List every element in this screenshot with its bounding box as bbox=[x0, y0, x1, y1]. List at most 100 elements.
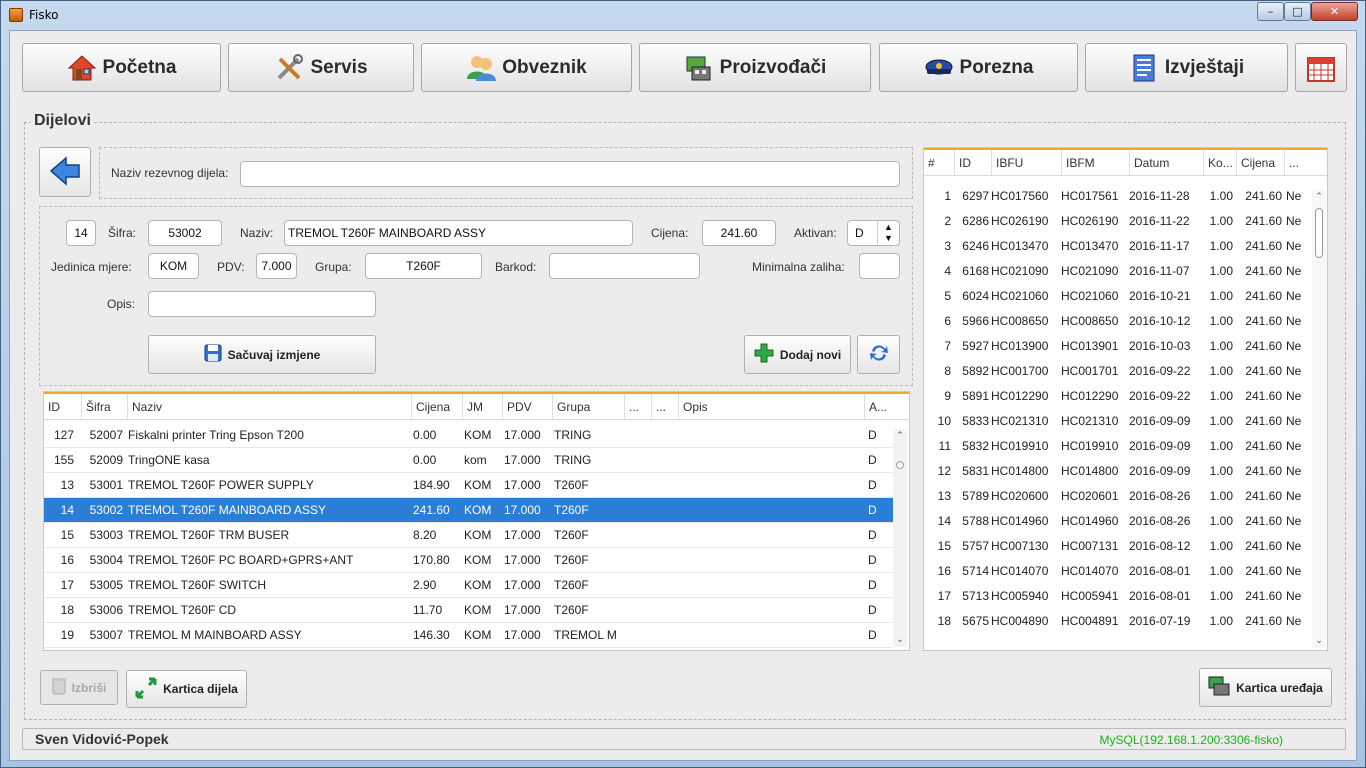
col-extra-1[interactable]: ... bbox=[624, 394, 651, 420]
table-row[interactable]: 7 5927 HC013900 HC013901 2016-10-03 1.00 241.6… bbox=[924, 334, 1310, 359]
col-datum[interactable]: Datum bbox=[1129, 150, 1203, 176]
sifra-field[interactable]: 53002 bbox=[148, 220, 222, 246]
minzal-field[interactable] bbox=[859, 253, 900, 279]
table-row[interactable]: 18 5675 HC004890 HC004891 2016-07-19 1.00 241.… bbox=[924, 609, 1310, 634]
maximize-button[interactable]: □ bbox=[1284, 2, 1311, 21]
table-cell: 2016-08-12 bbox=[1129, 539, 1191, 553]
add-new-button[interactable]: Dodaj novi bbox=[744, 335, 851, 374]
table-row[interactable]: 127 52007 Fiskalni printer Tring Epson T20… bbox=[44, 423, 893, 448]
table-row[interactable]: 12 5831 HC014800 HC014800 2016-09-09 1.00 241.… bbox=[924, 459, 1310, 484]
nav-servis-button[interactable]: Servis bbox=[228, 43, 414, 92]
col-jm[interactable]: JM bbox=[462, 394, 502, 420]
table-row[interactable]: 1 6297 HC017560 HC017561 2016-11-28 1.00 241.6… bbox=[924, 184, 1310, 209]
table-row[interactable]: 13 5789 HC020600 HC020601 2016-08-26 1.00 241.… bbox=[924, 484, 1310, 509]
scroll-thumb[interactable] bbox=[896, 461, 904, 469]
table-cell: 13 bbox=[60, 478, 74, 492]
pdv-field[interactable]: 7.000 bbox=[256, 253, 297, 279]
title-bar[interactable]: Fisko – □ ✕ bbox=[1, 1, 1365, 29]
parts-scrollbar[interactable]: ⌃ ⌄ bbox=[893, 429, 907, 647]
cijena-label: Cijena: bbox=[651, 226, 689, 240]
nav-izvjestaji-button[interactable]: Izvještaji bbox=[1085, 43, 1288, 92]
close-button[interactable]: ✕ bbox=[1311, 2, 1358, 21]
table-row[interactable]: 6 5966 HC008650 HC008650 2016-10-12 1.00 241.6… bbox=[924, 309, 1310, 334]
spinner-arrows-icon[interactable]: ▲ ▼ bbox=[877, 221, 899, 245]
kartica-uredaja-label: Kartica uređaja bbox=[1236, 680, 1323, 695]
table-row[interactable]: 15 5757 HC007130 HC007131 2016-08-12 1.00 241.… bbox=[924, 534, 1310, 559]
naziv-field[interactable]: TREMOL T260F MAINBOARD ASSY bbox=[284, 220, 633, 246]
nav-obveznik-button[interactable]: Obveznik bbox=[421, 43, 632, 92]
scroll-down-icon[interactable]: ⌄ bbox=[1312, 634, 1326, 648]
table-row[interactable]: 11 5832 HC019910 HC019910 2016-09-09 1.00 241.… bbox=[924, 434, 1310, 459]
table-row[interactable]: 16 53004 TREMOL T260F PC BOARD+GPRS+ANT 170… bbox=[44, 548, 893, 573]
col-naziv[interactable]: Naziv bbox=[127, 394, 411, 420]
opis-field[interactable] bbox=[148, 291, 376, 317]
col-kolicina[interactable]: Ko... bbox=[1203, 150, 1236, 176]
table-row[interactable]: 2 6286 HC026190 HC026190 2016-11-22 1.00 241.6… bbox=[924, 209, 1310, 234]
table-cell: 241.60 bbox=[1245, 314, 1282, 328]
scroll-up-icon[interactable]: ⌃ bbox=[1312, 190, 1326, 204]
nav-porezna-button[interactable]: Porezna bbox=[879, 43, 1078, 92]
save-button[interactable]: Sačuvaj izmjene bbox=[148, 335, 376, 374]
back-button[interactable] bbox=[39, 147, 91, 197]
table-row[interactable]: 18 53006 TREMOL T260F CD 11.70 KOM 17.000 T260… bbox=[44, 598, 893, 623]
table-row[interactable]: 14 53002 TREMOL T260F MAINBOARD ASSY 241.60… bbox=[44, 498, 893, 523]
col-ibfm[interactable]: IBFM bbox=[1061, 150, 1129, 176]
table-row[interactable]: 8 5892 HC001700 HC001701 2016-09-22 1.00 241.6… bbox=[924, 359, 1310, 384]
table-cell: HC026190 bbox=[1061, 214, 1119, 228]
col-sifra[interactable]: Šifra bbox=[81, 394, 127, 420]
table-row[interactable]: 14 5788 HC014960 HC014960 2016-08-26 1.00 241.… bbox=[924, 509, 1310, 534]
col-opis[interactable]: Opis bbox=[678, 394, 864, 420]
col-ibfu[interactable]: IBFU bbox=[991, 150, 1061, 176]
col-dev-cijena[interactable]: Cijena bbox=[1236, 150, 1284, 176]
col-dev-id[interactable]: ID bbox=[954, 150, 991, 176]
col-num[interactable]: # bbox=[924, 150, 954, 176]
table-cell: 14 bbox=[60, 503, 74, 517]
col-aktivan[interactable]: A... bbox=[864, 394, 890, 420]
table-cell: 4 bbox=[944, 264, 951, 278]
table-row[interactable]: 5 6024 HC021060 HC021060 2016-10-21 1.00 241.6… bbox=[924, 284, 1310, 309]
table-cell: HC017561 bbox=[1061, 189, 1119, 203]
delete-label: Izbriši bbox=[71, 680, 107, 695]
col-cijena[interactable]: Cijena bbox=[411, 394, 462, 420]
table-row[interactable]: 10 5833 HC021310 HC021310 2016-09-09 1.00 241.… bbox=[924, 409, 1310, 434]
part-name-search-input[interactable] bbox=[240, 161, 900, 187]
aktivan-select[interactable]: D ▲ ▼ bbox=[847, 220, 900, 246]
table-row[interactable]: 15 53003 TREMOL T260F TRM BUSER 8.20 KOM 17.0… bbox=[44, 523, 893, 548]
grupa-field[interactable]: T260F bbox=[365, 253, 482, 279]
col-id[interactable]: ID bbox=[44, 394, 81, 420]
table-row[interactable]: 155 52009 TringONE kasa 0.00 kom 17.000 TRING D bbox=[44, 448, 893, 473]
col-extra-2[interactable]: ... bbox=[651, 394, 678, 420]
kartica-uredaja-button[interactable]: Kartica uređaja bbox=[1199, 668, 1332, 707]
table-row[interactable]: 17 5713 HC005940 HC005941 2016-08-01 1.00 241.… bbox=[924, 584, 1310, 609]
minimize-button[interactable]: – bbox=[1257, 2, 1284, 21]
cijena-field[interactable]: 241.60 bbox=[702, 220, 776, 246]
col-pdv[interactable]: PDV bbox=[502, 394, 552, 420]
table-row[interactable]: 13 53001 TREMOL T260F POWER SUPPLY 184.90 KO… bbox=[44, 473, 893, 498]
calendar-button[interactable] bbox=[1295, 43, 1347, 92]
table-cell: D bbox=[868, 503, 877, 517]
jm-field[interactable]: KOM bbox=[148, 253, 199, 279]
barkod-field[interactable] bbox=[549, 253, 700, 279]
scroll-up-icon[interactable]: ⌃ bbox=[893, 429, 907, 443]
devices-scrollbar[interactable]: ⌃ ⌄ bbox=[1312, 190, 1326, 648]
nav-pocetna-button[interactable]: Početna bbox=[22, 43, 221, 92]
table-row[interactable]: 9 5891 HC012290 HC012290 2016-09-22 1.00 241.6… bbox=[924, 384, 1310, 409]
scroll-thumb[interactable] bbox=[1315, 208, 1323, 258]
col-grupa[interactable]: Grupa bbox=[552, 394, 624, 420]
delete-button[interactable]: Izbriši bbox=[40, 670, 118, 705]
users-icon bbox=[466, 53, 497, 83]
table-cell: 6297 bbox=[962, 189, 989, 203]
table-row[interactable]: 19 53007 TREMOL M MAINBOARD ASSY 146.30 KOM 1… bbox=[44, 623, 893, 648]
table-row[interactable]: 3 6246 HC013470 HC013470 2016-11-17 1.00 241.6… bbox=[924, 234, 1310, 259]
table-cell: HC013901 bbox=[1061, 339, 1119, 353]
table-row[interactable]: 4 6168 HC021090 HC021090 2016-11-07 1.00 241.6… bbox=[924, 259, 1310, 284]
scroll-down-icon[interactable]: ⌄ bbox=[893, 633, 907, 647]
table-row[interactable]: 17 53005 TREMOL T260F SWITCH 2.90 KOM 17.000 T… bbox=[44, 573, 893, 598]
table-row[interactable]: 16 5714 HC014070 HC014070 2016-08-01 1.00 241.… bbox=[924, 559, 1310, 584]
grupa-label: Grupa: bbox=[315, 260, 352, 274]
col-dev-extra[interactable]: ... bbox=[1284, 150, 1312, 176]
nav-proizvodaci-button[interactable]: Proizvođači bbox=[639, 43, 871, 92]
kartica-dijela-button[interactable]: Kartica dijela bbox=[126, 670, 247, 708]
refresh-button[interactable] bbox=[857, 335, 900, 374]
dijelovi-panel: Dijelovi Naziv rezevnog dijela: 14 Šifra… bbox=[24, 112, 1346, 720]
